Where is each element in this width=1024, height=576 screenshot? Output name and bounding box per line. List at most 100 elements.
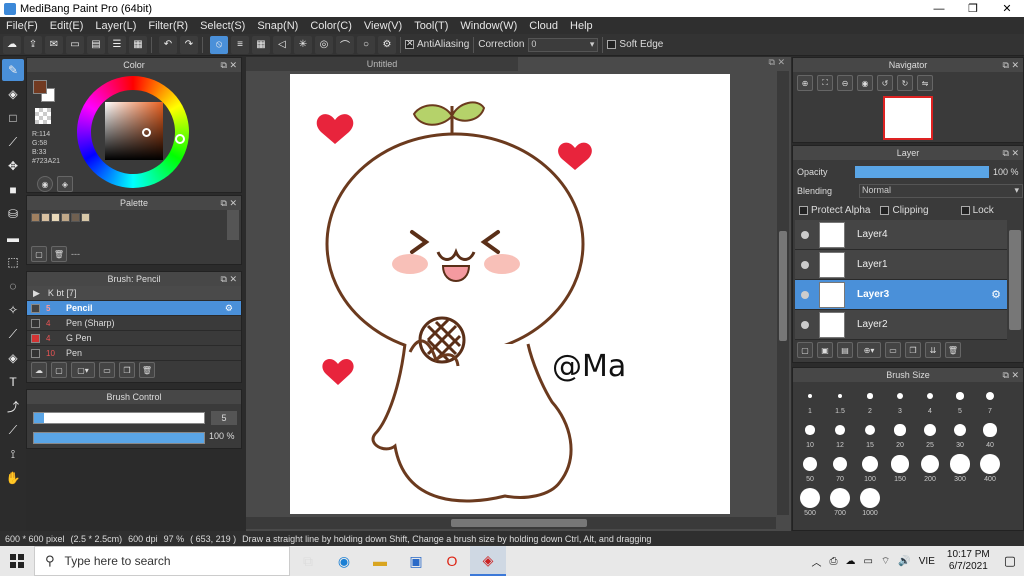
menu-view[interactable]: View(V) — [358, 20, 408, 32]
color-wheel[interactable] — [77, 76, 189, 188]
brush-size-option[interactable]: 70 — [825, 454, 855, 483]
brush-size-option[interactable]: 4 — [915, 386, 945, 415]
new-halftone-layer-icon[interactable]: ▤ — [837, 342, 853, 358]
select-eraser-tool-icon[interactable]: ◈ — [2, 347, 24, 369]
brush-size-option[interactable]: 5 — [945, 386, 975, 415]
task-view-icon[interactable]: ⧉ — [290, 546, 326, 576]
blending-select[interactable]: Normal — [859, 184, 1023, 198]
rotate-right-icon[interactable]: ↻ — [897, 75, 913, 91]
zoom-out-icon[interactable]: ⊖ — [837, 75, 853, 91]
antialiasing-toggle[interactable]: AntiAliasing — [405, 38, 469, 50]
flip-icon[interactable]: ⇋ — [917, 75, 933, 91]
protect-alpha-toggle[interactable]: Protect Alpha — [799, 205, 870, 216]
layer-opacity-slider[interactable] — [855, 166, 989, 178]
merge-layer-icon[interactable]: ⇊ — [925, 342, 941, 358]
shape-tool-icon[interactable]: □ — [2, 107, 24, 129]
palette-swatch[interactable] — [41, 213, 50, 222]
hand-tool-icon[interactable]: ✋ — [2, 467, 24, 489]
brush-size-option[interactable]: 3 — [885, 386, 915, 415]
new-brush-icon[interactable]: ▢ — [51, 362, 67, 378]
add-brush-icon[interactable]: ▢▾ — [71, 362, 95, 378]
canvas-area[interactable]: Untitled ⧉ ✕ @Ma — [246, 57, 791, 531]
layer-folder-icon[interactable]: ▭ — [885, 342, 901, 358]
chat-icon[interactable]: ▭ — [66, 35, 84, 54]
document-icon[interactable]: ▤ — [87, 35, 105, 54]
delete-brush-icon[interactable]: 🗑 — [139, 362, 155, 378]
menu-layer[interactable]: Layer(L) — [89, 20, 142, 32]
duplicate-brush-icon[interactable]: ❐ — [119, 362, 135, 378]
eraser-tool-icon[interactable]: ◈ — [2, 83, 24, 105]
new-palette-icon[interactable]: ▢ — [31, 246, 47, 262]
antialiasing-checkbox[interactable] — [405, 38, 414, 49]
delete-layer-icon[interactable]: 🗑 — [945, 342, 961, 358]
palette-swatch[interactable] — [71, 213, 80, 222]
menu-filter[interactable]: Filter(R) — [142, 20, 194, 32]
hue-picker-handle[interactable] — [175, 134, 185, 144]
vanishing-point-icon[interactable]: ◁ — [273, 35, 291, 54]
visibility-icon[interactable] — [801, 320, 809, 329]
canvas-tab[interactable]: Untitled — [246, 57, 518, 71]
canvas-close-icon[interactable]: ⧉ ✕ — [769, 57, 785, 68]
new-layer-icon[interactable]: ▢ — [797, 342, 813, 358]
brush-size-option[interactable]: 25 — [915, 420, 945, 449]
brush-size-option[interactable]: 200 — [915, 454, 945, 483]
bucket-tool-icon[interactable]: ⛁ — [2, 203, 24, 225]
color-settings-icon[interactable]: ◈ — [57, 176, 73, 192]
layer-row[interactable]: Layer2 — [795, 310, 1007, 340]
notification-icon[interactable]: ▢ — [1004, 553, 1016, 569]
grid-icon[interactable]: ▦ — [129, 35, 147, 54]
correction-select[interactable]: 0 — [528, 37, 599, 52]
brush-item[interactable]: 4 Pen (Sharp) — [27, 316, 241, 331]
lock-toggle[interactable]: Lock — [960, 205, 994, 216]
primary-color-swatch[interactable] — [33, 80, 47, 94]
delete-palette-icon[interactable]: 🗑 — [51, 246, 67, 262]
brush-item[interactable]: 10 Pen — [27, 346, 241, 361]
menu-edit[interactable]: Edit(E) — [44, 20, 90, 32]
brush-size-option[interactable]: 400 — [975, 454, 1005, 483]
panel-close-icon[interactable]: ⧉ ✕ — [221, 196, 237, 210]
brush-size-option[interactable]: 10 — [795, 420, 825, 449]
menu-window[interactable]: Window(W) — [454, 20, 523, 32]
visibility-icon[interactable] — [801, 290, 809, 299]
soft-edge-checkbox[interactable] — [607, 40, 617, 49]
edge-browser-icon[interactable]: ◉ — [326, 546, 362, 576]
select-tool-icon[interactable]: ⬚ — [2, 251, 24, 273]
snap-off-icon[interactable]: ⦸ — [210, 35, 228, 54]
windows-start-icon[interactable] — [0, 546, 34, 576]
layer-row[interactable]: Layer3 ⚙ — [795, 280, 1007, 310]
visibility-icon[interactable] — [801, 230, 809, 239]
duplicate-layer-icon[interactable]: ❐ — [905, 342, 921, 358]
brush-size-option[interactable]: 1000 — [855, 488, 885, 517]
palette-swatch[interactable] — [51, 213, 60, 222]
brush-size-slider[interactable] — [33, 412, 205, 424]
menu-snap[interactable]: Snap(N) — [251, 20, 304, 32]
text-tool-icon[interactable]: T — [2, 371, 24, 393]
saturation-value-square[interactable] — [105, 102, 163, 160]
menu-tool[interactable]: Tool(T) — [408, 20, 454, 32]
panel-close-icon[interactable]: ⧉ ✕ — [1003, 368, 1019, 382]
brush-size-option[interactable]: 30 — [945, 420, 975, 449]
layer-scrollbar[interactable] — [1009, 230, 1021, 330]
brush-size-option[interactable]: 100 — [855, 454, 885, 483]
battery-icon[interactable]: ▭ — [863, 556, 872, 567]
onedrive-icon[interactable]: ☁ — [845, 556, 855, 567]
radial-snap-icon[interactable]: ✳ — [294, 35, 312, 54]
cross-snap-icon[interactable]: ▦ — [252, 35, 270, 54]
list-icon[interactable]: ☰ — [108, 35, 126, 54]
snap-settings-icon[interactable]: ⚙ — [378, 35, 396, 54]
panel-close-icon[interactable]: ⧉ ✕ — [221, 272, 237, 286]
brush-tool-icon[interactable]: ✎ — [2, 59, 24, 81]
brush-size-option[interactable]: 2 — [855, 386, 885, 415]
store-icon[interactable]: ▣ — [398, 546, 434, 576]
add-layer-icon[interactable]: ⊕▾ — [857, 342, 881, 358]
clipping-checkbox[interactable] — [880, 206, 890, 215]
cloud-brush-icon[interactable]: ☁ — [31, 362, 47, 378]
redo-icon[interactable]: ↷ — [180, 35, 198, 54]
close-button[interactable]: ✕ — [990, 0, 1024, 17]
palette-swatch[interactable] — [31, 213, 40, 222]
brush-group[interactable]: ▶ K bt [7] — [27, 286, 241, 301]
divide-tool-icon[interactable]: ⟋ — [2, 419, 24, 441]
dot-tool-icon[interactable]: ⟋ — [2, 131, 24, 153]
cloud-icon[interactable]: ☁ — [3, 35, 21, 54]
fit-icon[interactable]: ⛶ — [817, 75, 833, 91]
